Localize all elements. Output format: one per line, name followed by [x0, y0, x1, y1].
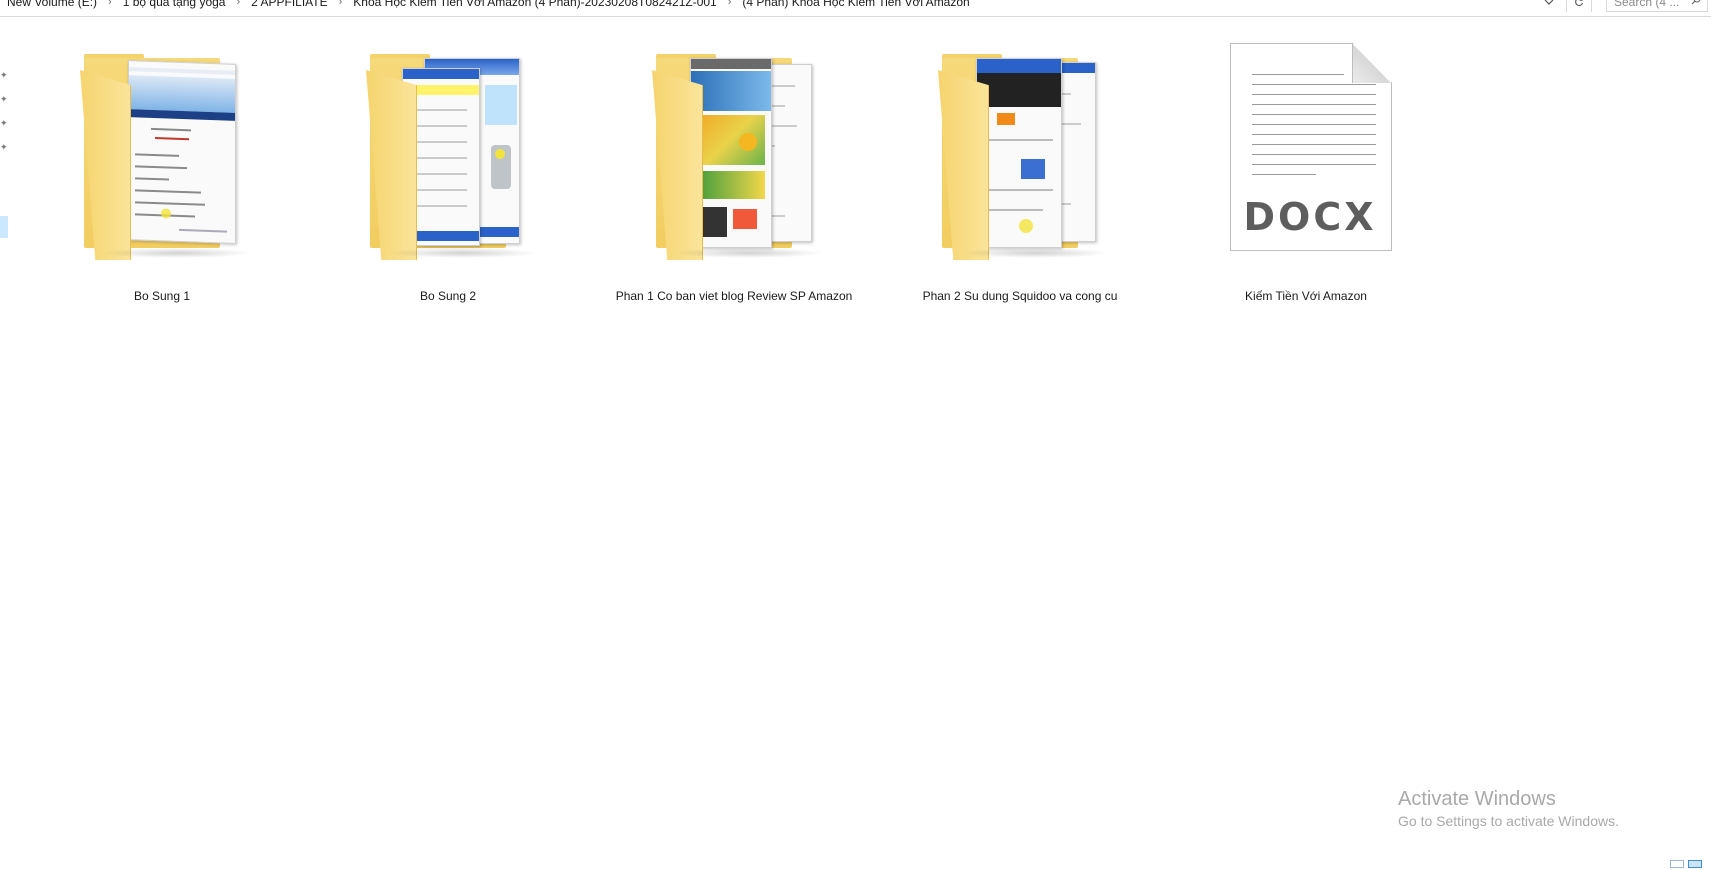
breadcrumb-item-affiliate[interactable]: 2 APPFILIATE [248, 0, 330, 9]
folder-item[interactable]: Bo Sung 1 [42, 40, 282, 310]
file-item[interactable]: DOCX Kiếm Tiền Với Amazon [1186, 40, 1426, 310]
watermark-title: Activate Windows [1398, 788, 1556, 810]
folder-icon [614, 40, 854, 280]
nav-selected-item[interactable] [0, 216, 8, 238]
chevron-down-icon [1544, 0, 1554, 5]
docx-icon: DOCX [1186, 40, 1426, 280]
item-name: Phan 1 Co ban viet blog Review SP Amazon [615, 289, 853, 303]
address-history-button[interactable] [1538, 0, 1560, 12]
breadcrumb-separator-icon[interactable]: › [228, 0, 248, 8]
search-placeholder: Search (4 ... [1614, 0, 1680, 9]
view-mode-buttons [1670, 860, 1702, 868]
folder-icon [42, 40, 282, 280]
search-icon[interactable] [1691, 0, 1701, 5]
breadcrumb-separator-icon[interactable]: › [331, 0, 351, 8]
breadcrumb-item-yoga[interactable]: 1 bộ quà tặng yoga [120, 0, 229, 9]
breadcrumb-item-course-zip[interactable]: Khóa Học Kiếm Tiền Với Amazon (4 Phần)-2… [350, 0, 719, 9]
refresh-icon [1575, 0, 1584, 7]
folder-icon [900, 40, 1140, 280]
breadcrumb-item-current[interactable]: (4 Phần) Khóa Học Kiếm Tiền Với Amazon [739, 0, 972, 9]
item-name: Phan 2 Su dung Squidoo va cong cu [922, 289, 1118, 303]
folder-icon [328, 40, 568, 280]
pin-icon[interactable]: ✦ [0, 94, 8, 104]
breadcrumb-separator-icon[interactable]: › [100, 0, 120, 8]
pin-icon[interactable]: ✦ [0, 118, 8, 128]
search-input[interactable]: Search (4 ... [1606, 0, 1708, 12]
folder-item[interactable]: Phan 2 Su dung Squidoo va cong cu [900, 40, 1140, 310]
breadcrumb[interactable]: New Volume (E:) › 1 bộ quà tặng yoga › 2… [4, 0, 1524, 12]
details-view-icon[interactable] [1670, 860, 1684, 868]
breadcrumb-separator-icon[interactable]: › [720, 0, 740, 8]
watermark-subtitle: Go to Settings to activate Windows. [1398, 813, 1619, 829]
address-bar[interactable]: New Volume (E:) › 1 bộ quà tặng yoga › 2… [0, 0, 1711, 17]
activation-watermark: Activate Windows Go to Settings to activ… [1398, 788, 1619, 829]
large-icons-view-icon[interactable] [1688, 860, 1702, 868]
file-explorer-window: New Volume (E:) › 1 bộ quà tặng yoga › 2… [0, 0, 1711, 870]
pin-icon[interactable]: ✦ [0, 70, 8, 80]
pin-icon[interactable]: ✦ [0, 142, 8, 152]
item-name: Kiếm Tiền Với Amazon [1245, 289, 1367, 303]
docx-icon-text: DOCX [1243, 195, 1377, 239]
breadcrumb-item-drive[interactable]: New Volume (E:) [4, 0, 100, 9]
folder-item[interactable]: Bo Sung 2 [328, 40, 568, 310]
item-name: Bo Sung 2 [419, 289, 477, 303]
item-name: Bo Sung 1 [133, 289, 191, 303]
folder-item[interactable]: Phan 1 Co ban viet blog Review SP Amazon [614, 40, 854, 310]
refresh-button[interactable] [1566, 0, 1592, 12]
